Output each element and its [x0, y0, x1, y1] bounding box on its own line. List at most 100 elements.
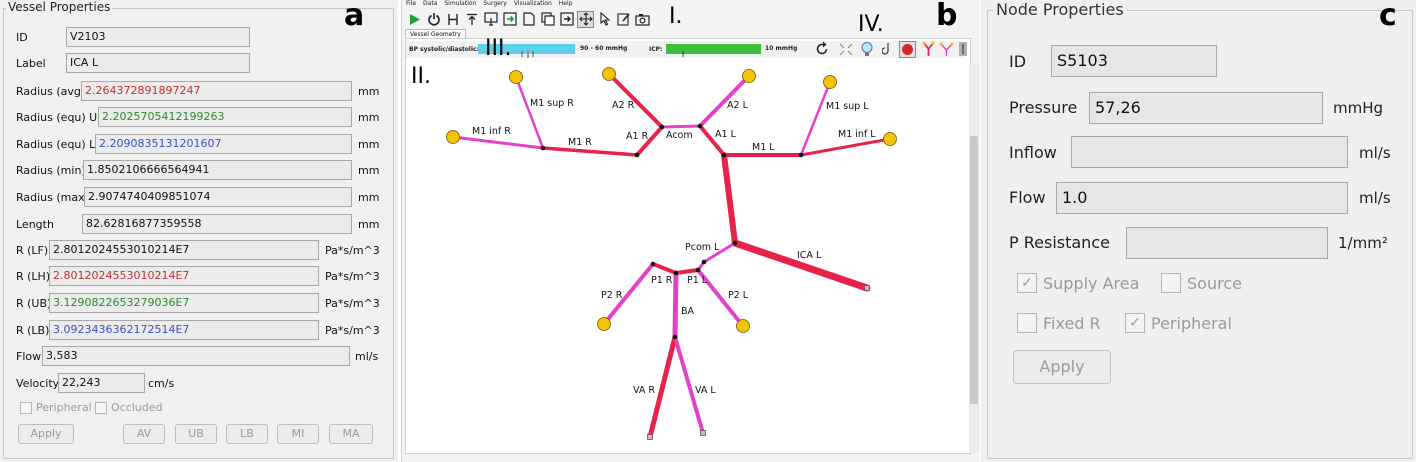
junction-node[interactable] [540, 145, 546, 151]
vessel-label-a2-r: A2 R [612, 100, 635, 111]
vessel-label-a1-l: A1 L [715, 129, 737, 140]
vessel-properties-panel: Vessel Properties ID V2103 Label ICA L Radiu… [0, 0, 398, 462]
lb-button[interactable]: LB [226, 424, 268, 444]
c-peripheral-checkbox[interactable]: ✓ Peripheral [1125, 313, 1232, 333]
vessel-m1-sup-l[interactable] [799, 80, 832, 157]
r-ub-field[interactable]: 3.1290822653279036E7 [49, 293, 319, 313]
vessel-label-a1-r: A1 R [626, 131, 649, 142]
terminal-node[interactable] [597, 317, 611, 331]
terminal-node[interactable] [446, 130, 460, 144]
vessel-p1-l[interactable] [674, 268, 700, 275]
junction-node[interactable] [697, 123, 703, 129]
vessel-label-va-r: VA R [633, 385, 655, 396]
c-presistance-unit: 1/mm² [1338, 234, 1388, 252]
r-lh-unit: Pa*s/m^3 [325, 270, 380, 283]
peripheral-checkbox[interactable]: Peripheral [20, 401, 92, 414]
row-radius-avg: Radius (avg) 2.264372891897247 mm [0, 81, 398, 103]
vessel-m1-r[interactable] [541, 146, 639, 157]
vessel-acom[interactable] [660, 124, 702, 129]
va-r-end-node[interactable] [647, 434, 653, 440]
flow-field[interactable]: 3,583 [42, 346, 350, 366]
c-apply-button[interactable]: Apply [1013, 350, 1111, 384]
av-button[interactable]: AV [123, 424, 165, 444]
mi-button[interactable]: MI [277, 424, 319, 444]
velocity-label: Velocity [16, 377, 60, 390]
radius-equ-lb-field[interactable]: 2.2090835131201607 [95, 134, 352, 154]
c-pressure-label: Pressure [1009, 98, 1078, 117]
radius-max-field[interactable]: 2.9074740409851074 [84, 187, 352, 207]
velocity-field[interactable]: 22,243 [58, 373, 145, 393]
r-lh-field[interactable]: 2.8012024553010214E7 [49, 266, 319, 286]
junction-node[interactable] [695, 267, 701, 273]
label-field[interactable]: ICA L [66, 53, 250, 73]
terminal-node[interactable] [742, 69, 756, 83]
junction-node[interactable] [634, 152, 640, 158]
vessel-label-p1-l: P1 L [687, 275, 708, 286]
vessel-label-acom: Acom [666, 130, 693, 141]
c-pressure-field[interactable]: 57,26 [1089, 92, 1323, 124]
radius-equ-lb-label: Radius (equ) LB [16, 138, 103, 151]
supply-area-checkbox[interactable]: ✓ Supply Area [1017, 273, 1139, 293]
junction-node[interactable] [721, 152, 727, 158]
terminal-node[interactable] [736, 319, 750, 333]
junction-node[interactable] [701, 259, 707, 265]
vessel-label-m1-inf-l: M1 inf L [838, 129, 876, 140]
junction-node[interactable] [673, 270, 679, 276]
id-field[interactable]: V2103 [66, 27, 250, 47]
c-id-field[interactable]: S5103 [1051, 45, 1217, 77]
terminal-node[interactable] [883, 132, 897, 146]
vessel-ica-upper[interactable] [721, 152, 738, 246]
junction-node[interactable] [798, 152, 804, 158]
radius-equ-ub-unit: mm [358, 111, 380, 124]
occluded-checkbox[interactable]: Occluded [95, 401, 163, 414]
junction-node[interactable] [732, 240, 738, 246]
vessel-label-ba: BA [681, 306, 695, 317]
vessel-label-m1-sup-l: M1 sup L [826, 101, 869, 112]
vessel-m1-inf-l[interactable] [799, 137, 892, 157]
junction-node[interactable] [659, 124, 665, 130]
c-flow-label: Flow [1009, 188, 1046, 207]
c-presistance-field[interactable] [1126, 227, 1328, 259]
ma-button[interactable]: MA [329, 424, 373, 444]
row-radius-max: Radius (max) 2.9074740409851074 mm [0, 187, 398, 209]
row-radius-equ-lb: Radius (equ) LB 2.2090835131201607 mm [0, 134, 398, 156]
radius-avg-field[interactable]: 2.264372891897247 [81, 81, 352, 101]
vessel-ba[interactable] [672, 270, 679, 340]
vessel-m1-sup-r[interactable] [514, 75, 545, 150]
radius-avg-unit: mm [358, 85, 380, 98]
id-label: ID [16, 31, 28, 44]
vessel-network: M1 sup R A2 R A2 L M1 sup L M1 inf R M1 R A1 R… [446, 67, 897, 440]
flow-unit: ml/s [355, 350, 379, 363]
r-lf-field[interactable]: 2.8012024553010214E7 [49, 240, 319, 260]
r-lb-field[interactable]: 3.0923436362172514E7 [49, 320, 319, 340]
vessel-label-m1-inf-r: M1 inf R [472, 126, 511, 137]
fixed-r-checkbox[interactable]: Fixed R [1017, 313, 1101, 333]
ub-button[interactable]: UB [175, 424, 217, 444]
va-l-end-node[interactable] [700, 430, 706, 436]
source-checkbox[interactable]: Source [1161, 273, 1242, 293]
radius-equ-ub-field[interactable]: 2.2025705412199263 [98, 107, 352, 127]
ica-l-end-node[interactable] [864, 285, 870, 291]
terminal-node[interactable] [602, 67, 616, 81]
vessel-m1-inf-r[interactable] [451, 135, 545, 150]
length-field[interactable]: 82.62816877359558 [82, 214, 352, 234]
terminal-node[interactable] [823, 75, 837, 89]
supply-area-check-mark: ✓ [1017, 273, 1037, 293]
vessel-p1-r[interactable] [651, 262, 678, 275]
c-inflow-field[interactable] [1071, 136, 1348, 168]
row-r-ub: R (UB) 3.1290822653279036E7 Pa*s/m^3 [0, 293, 398, 315]
label-roman-iii: III. [485, 36, 512, 61]
junction-node[interactable] [672, 334, 678, 340]
row-velocity: Velocity 22,243 cm/s [0, 373, 398, 395]
terminal-node[interactable] [509, 70, 523, 84]
radius-min-label: Radius (min) [16, 164, 86, 177]
junction-node[interactable] [650, 261, 656, 267]
c-flow-field[interactable]: 1.0 [1056, 182, 1348, 214]
r-lf-label: R (LF) [16, 244, 49, 257]
r-lh-label: R (LH) [16, 270, 51, 283]
radius-avg-label: Radius (avg) [16, 85, 86, 98]
radius-min-field[interactable]: 1.8502106666564941 [83, 160, 352, 180]
apply-button[interactable]: Apply [18, 424, 74, 444]
panel-letter-a: a [344, 0, 365, 33]
flow-label: Flow [16, 350, 42, 363]
